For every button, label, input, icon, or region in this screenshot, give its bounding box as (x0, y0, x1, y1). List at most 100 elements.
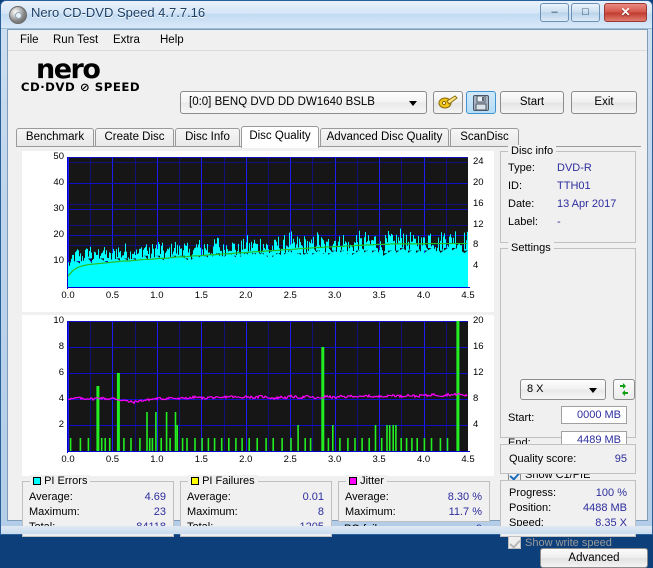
x-axis-tick: 1.0 (150, 454, 164, 465)
x-axis-tick: 4.5 (461, 454, 475, 465)
title-bar: Nero CD-DVD Speed 4.7.7.16 – □ ✕ (1, 1, 652, 29)
floppy-save-icon (473, 95, 489, 111)
disc-type-value: DVD-R (557, 162, 592, 174)
close-button[interactable]: ✕ (604, 3, 647, 22)
x-axis-tick: 0.5 (105, 290, 120, 301)
x-axis-tick: 2.5 (283, 290, 297, 301)
tab-advanced-disc-quality[interactable]: Advanced Disc Quality (320, 128, 449, 147)
x-axis-tick: 2.0 (239, 454, 253, 465)
jitter-maximum-label: Maximum: (345, 506, 396, 518)
position-label: Position: (509, 502, 552, 514)
y-axis-tick-right: 4 (473, 419, 479, 430)
pi-errors-stats-label: PI Errors (44, 475, 88, 487)
pi-failures-average-value: 0.01 (302, 491, 324, 503)
menu-file[interactable]: File (14, 33, 45, 48)
refresh-speed-button[interactable] (613, 379, 635, 400)
exit-button[interactable]: Exit (571, 91, 637, 114)
disc-id-label: ID: (508, 180, 523, 192)
jitter-stats-label: Jitter (360, 475, 384, 487)
x-axis-line (67, 451, 470, 452)
x-axis-tick: 0.0 (61, 454, 75, 465)
save-button[interactable] (466, 91, 496, 114)
disc-quality-panel: 10 20 30 40 50 4 8 12 16 20 24 0.0 0.5 1.0 1.5 2.0 2.5 3.… (16, 145, 648, 568)
menu-run-test[interactable]: Run Test (47, 33, 104, 48)
minimize-button[interactable]: – (540, 3, 569, 22)
x-axis-tick: 2.5 (283, 454, 297, 465)
tab-benchmark[interactable]: Benchmark (16, 128, 94, 147)
pi-failures-chart: 2 4 6 8 10 4 8 12 16 20 0.0 0.5 1.0 1.5 2.0 2.5 3.0 3.5 4.… (22, 315, 494, 476)
disc-type-label: Type: (508, 162, 535, 174)
disc-info-group: Disc info Type: DVD-R ID: TTH01 Date: 13… (500, 145, 636, 243)
x-axis-tick: 0.5 (105, 454, 120, 465)
checkbox-show-write-speed (508, 536, 521, 549)
drive-select-value: [0:0] BENQ DVD DD DW1640 BSLB (189, 96, 375, 108)
x-axis-tick: 2.0 (239, 290, 253, 301)
y-axis-tick-left: 8 (58, 341, 64, 352)
disc-label-label: Label: (508, 216, 538, 228)
pi-errors-average-value: 4.69 (144, 491, 166, 503)
x-axis-tick: 1.0 (150, 290, 164, 301)
pi-failures-maximum-label: Maximum: (187, 506, 238, 518)
y-axis-line (67, 157, 68, 289)
menu-extra[interactable]: Extra (107, 33, 146, 48)
tab-create-disc[interactable]: Create Disc (95, 128, 174, 147)
jitter-maximum-value: 11.7 % (448, 506, 482, 518)
tab-disc-info[interactable]: Disc Info (175, 128, 240, 147)
y-axis-tick-right: 16 (473, 197, 484, 209)
window-title: Nero CD-DVD Speed 4.7.7.16 (31, 5, 206, 20)
pi-failures-maximum-value: 8 (317, 506, 324, 518)
y-axis-tick-right: 12 (473, 367, 484, 378)
x-axis-tick: 3.5 (372, 290, 386, 301)
disc-clean-button[interactable] (433, 91, 463, 114)
speed-select[interactable]: 8 X (520, 379, 606, 400)
speed-select-value: 8 X (527, 383, 544, 395)
tab-disc-quality[interactable]: Disc Quality (241, 126, 319, 148)
pi-errors-maximum-label: Maximum: (29, 506, 80, 518)
drive-select[interactable]: [0:0] BENQ DVD DD DW1640 BSLB (180, 91, 427, 114)
start-position-field[interactable]: 0000 MB (561, 406, 627, 424)
y-axis-tick-right: 24 (473, 156, 484, 168)
jitter-stats: Jitter Average: 8.30 % Maximum: 11.7 % (338, 475, 490, 522)
y-axis-tick-right: 12 (473, 218, 484, 230)
menu-bar: File Run Test Extra Help (8, 30, 647, 51)
y-axis-tick-left: 6 (58, 367, 64, 378)
x-axis-tick: 1.5 (194, 454, 208, 465)
jitter-swatch (349, 477, 357, 485)
advanced-button[interactable]: Advanced (540, 548, 648, 568)
start-position-label: Start: (508, 412, 535, 424)
jitter-average-value: 8.30 % (447, 491, 482, 503)
y-axis-tick-left: 20 (53, 229, 64, 240)
disc-info-title: Disc info (508, 145, 557, 157)
tab-strip: Benchmark Create Disc Disc Info Disc Qua… (16, 126, 641, 148)
application-window: Nero CD-DVD Speed 4.7.7.16 – □ ✕ File Ru… (0, 0, 653, 568)
nero-logo: nero CD·DVD ⊘ SPEED (21, 54, 172, 96)
disc-date-value: 13 Apr 2017 (557, 198, 617, 210)
disc-clean-icon (438, 95, 458, 109)
quality-score-group: Quality score: 95 (500, 444, 636, 474)
y-axis-tick-right: 8 (473, 393, 479, 404)
y-axis-line (67, 321, 68, 453)
x-axis-tick: 3.0 (328, 290, 342, 301)
chevron-down-icon (409, 101, 417, 106)
y-axis-tick-left: 2 (58, 419, 64, 430)
jitter-average-label: Average: (345, 491, 389, 503)
y-axis-tick-right: 20 (473, 177, 484, 188)
start-button[interactable]: Start (500, 91, 564, 114)
chevron-down-icon (589, 388, 597, 393)
position-value: 4488 MB (582, 502, 627, 514)
pi-errors-stats-title: PI Errors (30, 475, 91, 487)
y-axis-tick-right: 4 (473, 260, 479, 272)
disc-icon (9, 6, 27, 24)
pi-errors-maximum-value: 23 (153, 506, 166, 518)
maximize-button[interactable]: □ (571, 3, 600, 22)
pi-errors-swatch (33, 477, 41, 485)
menu-help[interactable]: Help (154, 33, 190, 48)
status-strip (1, 526, 652, 534)
y-axis-tick-left: 10 (53, 255, 64, 266)
x-axis-tick: 1.5 (194, 290, 208, 301)
y-axis-tick-left: 4 (58, 393, 64, 404)
pi-failures-swatch (191, 477, 199, 485)
pi-failures-stats-title: PI Failures (188, 475, 258, 487)
x-axis-tick: 3.5 (372, 454, 386, 465)
disc-id-value: TTH01 (557, 180, 591, 192)
